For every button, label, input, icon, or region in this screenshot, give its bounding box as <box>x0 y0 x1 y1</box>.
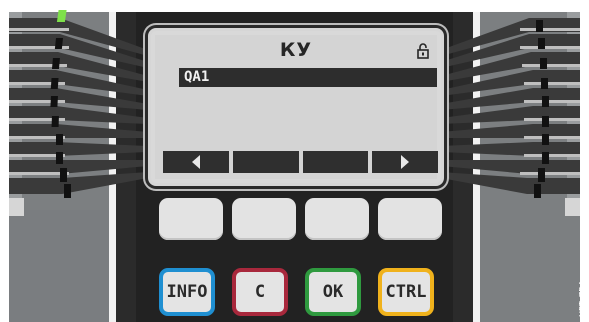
function-key-4[interactable] <box>378 198 442 240</box>
arrow-left-icon <box>191 155 200 169</box>
clear-button[interactable]: C <box>232 268 288 316</box>
lock-icon <box>417 43 429 59</box>
function-key-2[interactable] <box>232 198 296 240</box>
lcd-screen: КУ QA1 <box>155 35 438 179</box>
info-button[interactable]: INFO <box>159 268 215 316</box>
ctrl-button[interactable]: CTRL <box>378 268 434 316</box>
softkey-left[interactable] <box>163 151 229 173</box>
softkey-right[interactable] <box>372 151 438 173</box>
function-key-3[interactable] <box>305 198 369 240</box>
device-front-panel: КУ QA1 INFO C OK CTRL HPT_ZB4 <box>0 0 589 322</box>
softkey-3[interactable] <box>302 151 369 173</box>
softkey-bar <box>163 151 438 173</box>
lcd-display: КУ QA1 <box>148 28 444 186</box>
ok-button[interactable]: OK <box>305 268 361 316</box>
screen-title: КУ <box>279 39 313 61</box>
figure-id-label: HPT_ZB4 <box>578 281 587 317</box>
softkey-2[interactable] <box>232 151 299 173</box>
selected-menu-item[interactable]: QA1 <box>179 68 437 87</box>
arrow-right-icon <box>401 155 410 169</box>
status-led-green <box>56 10 67 22</box>
function-key-1[interactable] <box>159 198 223 240</box>
